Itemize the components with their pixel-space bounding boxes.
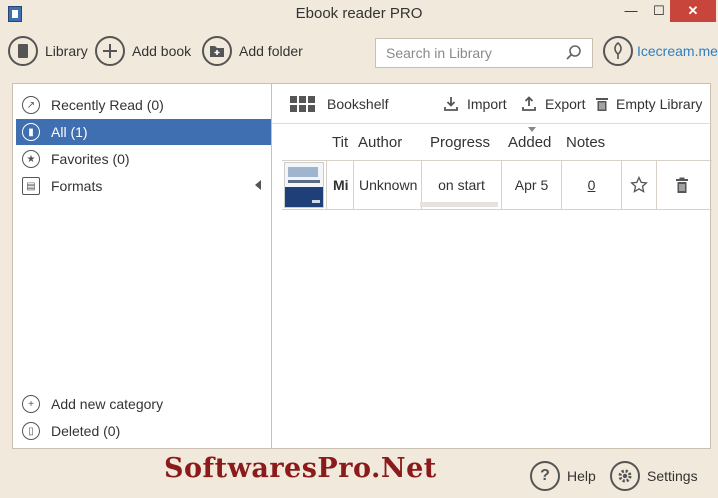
add-book-button[interactable]: Add book (95, 34, 191, 68)
title-bar: Ebook reader PRO — ☐ ✕ (0, 0, 718, 28)
gear-icon (610, 461, 640, 491)
close-button[interactable]: ✕ (670, 0, 716, 22)
empty-library-label: Empty Library (616, 96, 703, 112)
favorite-star-button[interactable] (622, 161, 657, 209)
sidebar-item-label: All (1) (51, 124, 88, 140)
add-category-button[interactable]: + Add new category (16, 391, 271, 417)
help-icon: ? (530, 461, 560, 491)
trash-icon (676, 177, 688, 193)
sidebar-item-all[interactable]: ▮ All (1) (16, 119, 271, 145)
star-icon: ★ (22, 150, 40, 168)
brand-link[interactable]: Icecream.me (603, 36, 718, 66)
plus-icon: + (22, 395, 40, 413)
toolbar: Library Add book Add folder Icecream.me (0, 34, 718, 72)
help-label: Help (567, 468, 596, 484)
search-input[interactable] (376, 39, 556, 67)
sidebar-item-label: Formats (51, 178, 103, 194)
deleted-label: Deleted (0) (51, 423, 121, 439)
star-outline-icon (630, 176, 648, 193)
library-icon (8, 36, 38, 66)
empty-library-button[interactable]: Empty Library (595, 92, 702, 116)
book-icon: ▮ (22, 123, 40, 141)
sidebar-item-favorites[interactable]: ★ Favorites (0) (16, 146, 271, 172)
add-folder-button[interactable]: Add folder (202, 34, 303, 68)
bookshelf-view-button[interactable]: Bookshelf (290, 92, 388, 116)
column-header-progress[interactable]: Progress (430, 134, 490, 151)
settings-label: Settings (647, 468, 698, 484)
import-label: Import (467, 96, 507, 112)
window-title: Ebook reader PRO (295, 5, 423, 22)
export-icon (522, 96, 536, 111)
sidebar-item-deleted[interactable]: ▯ Deleted (0) (16, 418, 271, 444)
book-added-cell: Apr 5 (502, 161, 562, 209)
import-button[interactable]: Import (443, 92, 507, 116)
column-header-author[interactable]: Author (358, 134, 402, 151)
sort-arrow-icon (528, 127, 536, 132)
column-header-title[interactable]: Tit (332, 134, 348, 151)
expand-arrow-icon[interactable] (255, 180, 261, 190)
sidebar-item-label: Recently Read (0) (51, 97, 164, 113)
brand-label: Icecream.me (637, 43, 718, 59)
grid-icon (290, 96, 315, 112)
plus-icon (95, 36, 125, 66)
book-title-cell: Mi (326, 161, 354, 209)
watermark-text: SoftwaresPro.Net (164, 453, 437, 484)
bookshelf-label: Bookshelf (327, 96, 389, 112)
add-folder-label: Add folder (239, 43, 303, 59)
table-header: Tit Author Progress Added Notes (272, 123, 712, 161)
delete-book-button[interactable] (657, 161, 707, 209)
book-cover-thumbnail (284, 162, 324, 208)
document-icon: ▤ (22, 177, 40, 195)
trash-icon (596, 98, 608, 111)
settings-button[interactable]: Settings (610, 460, 698, 492)
library-content: Bookshelf Import Export Empty Library Ti… (271, 83, 712, 449)
search-icon[interactable] (565, 44, 583, 62)
library-button[interactable]: Library (8, 34, 88, 68)
book-author-cell: Unknown (354, 161, 422, 209)
reading-progress-bar (420, 202, 498, 207)
help-button[interactable]: ? Help (530, 460, 596, 492)
sidebar-item-recently-read[interactable]: ↗ Recently Read (0) (16, 92, 271, 118)
share-icon: ↗ (22, 96, 40, 114)
folder-plus-icon (202, 36, 232, 66)
add-book-label: Add book (132, 43, 192, 59)
column-header-notes[interactable]: Notes (566, 134, 605, 151)
trash-icon: ▯ (22, 422, 40, 440)
sidebar: ↗ Recently Read (0) ▮ All (1) ★ Favorite… (12, 83, 272, 449)
import-icon (444, 97, 458, 111)
export-label: Export (545, 96, 586, 112)
sidebar-item-label: Favorites (0) (51, 151, 130, 167)
export-button[interactable]: Export (521, 92, 585, 116)
library-label: Library (45, 43, 88, 59)
icecream-logo-icon (603, 36, 633, 66)
sidebar-item-formats[interactable]: ▤ Formats (16, 173, 271, 199)
search-box[interactable] (375, 38, 593, 68)
add-category-label: Add new category (51, 396, 164, 412)
book-notes-link[interactable]: 0 (562, 161, 622, 209)
minimize-button[interactable]: — (616, 0, 646, 22)
column-header-added[interactable]: Added (508, 134, 551, 151)
